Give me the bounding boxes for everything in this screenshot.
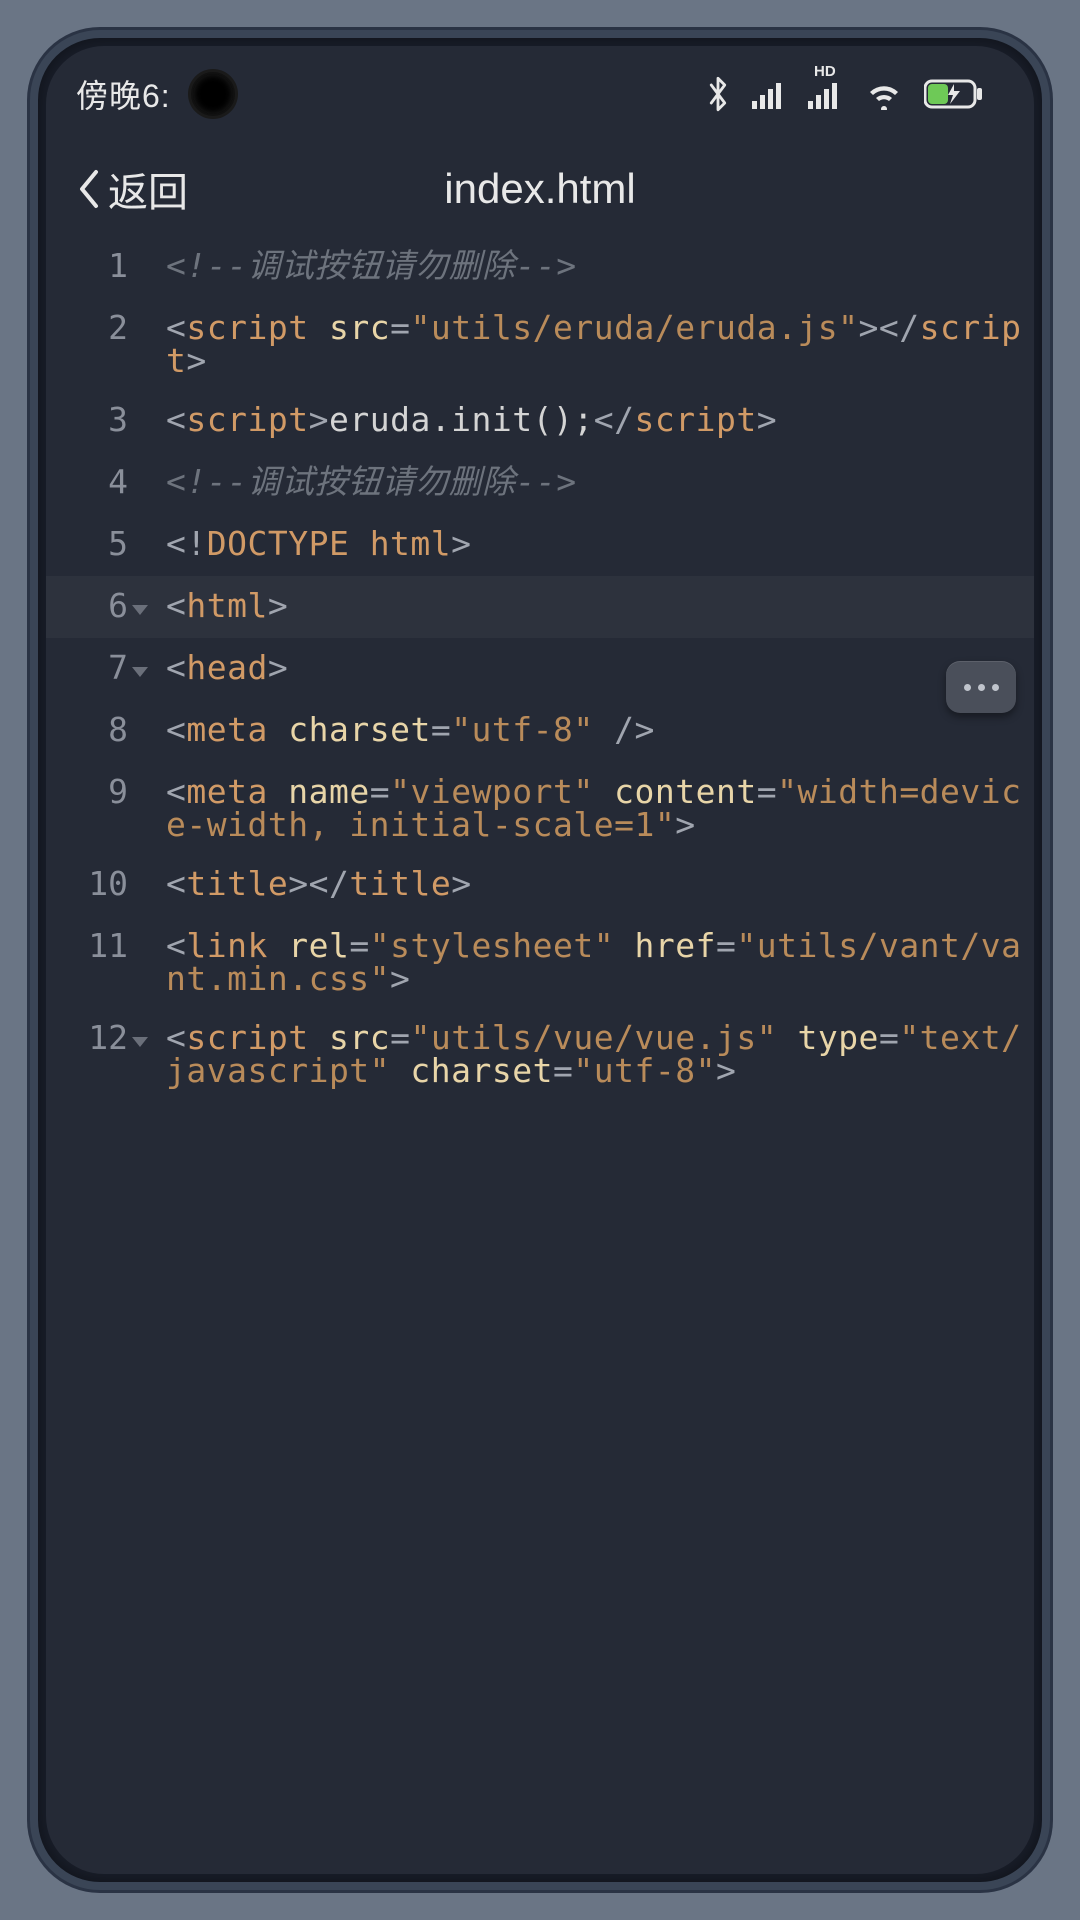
code-line[interactable]: 5<!DOCTYPE html> xyxy=(46,514,1034,576)
bluetooth-icon xyxy=(704,76,732,112)
dot-icon xyxy=(978,684,985,691)
code-line[interactable]: 8<meta charset="utf-8" /> xyxy=(46,700,1034,762)
code-line[interactable]: 11<link rel="stylesheet" href="utils/van… xyxy=(46,916,1034,1008)
code-editor[interactable]: 1<!--调试按钮请勿删除-->2<script src="utils/erud… xyxy=(46,236,1034,1100)
line-number: 10 xyxy=(46,867,144,900)
code-line[interactable]: 7<head> xyxy=(46,638,1034,700)
code-content[interactable]: <meta name="viewport" content="width=dev… xyxy=(144,775,1034,841)
code-line[interactable]: 3<script>eruda.init();</script> xyxy=(46,390,1034,452)
status-right: HD xyxy=(704,76,984,112)
camera-hole xyxy=(191,72,235,116)
line-number: 9 xyxy=(46,775,144,808)
dot-icon xyxy=(964,684,971,691)
page-title: index.html xyxy=(444,165,635,213)
battery-charging-icon xyxy=(924,78,984,110)
fold-marker-icon[interactable] xyxy=(132,667,148,677)
code-line[interactable]: 9<meta name="viewport" content="width=de… xyxy=(46,762,1034,854)
code-content[interactable]: <!DOCTYPE html> xyxy=(144,527,1034,560)
status-bar: 傍晚6: HD xyxy=(46,46,1034,141)
line-number: 2 xyxy=(46,311,144,344)
fold-marker-icon[interactable] xyxy=(132,1037,148,1047)
code-content[interactable]: <!--调试按钮请勿删除--> xyxy=(144,465,1034,498)
code-content[interactable]: <meta charset="utf-8" /> xyxy=(144,713,1034,746)
code-content[interactable]: <title></title> xyxy=(144,867,1034,900)
code-content[interactable]: <html> xyxy=(144,589,1034,622)
code-content[interactable]: <!--调试按钮请勿删除--> xyxy=(144,249,1034,282)
line-number: 12 xyxy=(46,1021,144,1054)
back-label: 返回 xyxy=(108,160,188,218)
chevron-left-icon xyxy=(76,168,100,210)
screen: 傍晚6: HD xyxy=(46,46,1034,1874)
code-content[interactable]: <script src="utils/vue/vue.js" type="tex… xyxy=(144,1021,1034,1087)
back-button[interactable]: 返回 xyxy=(76,160,188,218)
fold-marker-icon[interactable] xyxy=(132,605,148,615)
wifi-icon xyxy=(864,78,904,110)
code-line[interactable]: 12<script src="utils/vue/vue.js" type="t… xyxy=(46,1008,1034,1100)
line-number: 6 xyxy=(46,589,144,622)
line-number: 11 xyxy=(46,929,144,962)
code-line[interactable]: 6<html> xyxy=(46,576,1034,638)
header-bar: 返回 index.html xyxy=(46,141,1034,236)
code-line[interactable]: 2<script src="utils/eruda/eruda.js"></sc… xyxy=(46,298,1034,390)
code-content[interactable]: <link rel="stylesheet" href="utils/vant/… xyxy=(144,929,1034,995)
more-actions-button[interactable] xyxy=(946,661,1016,713)
code-line[interactable]: 1<!--调试按钮请勿删除--> xyxy=(46,236,1034,298)
hd-signal-icon: HD xyxy=(808,79,844,109)
code-content[interactable]: <script>eruda.init();</script> xyxy=(144,403,1034,436)
code-content[interactable]: <script src="utils/eruda/eruda.js"></scr… xyxy=(144,311,1034,377)
line-number: 1 xyxy=(46,249,144,282)
phone-frame: 傍晚6: HD xyxy=(30,30,1050,1890)
code-line[interactable]: 10<title></title> xyxy=(46,854,1034,916)
line-number: 4 xyxy=(46,465,144,498)
line-number: 8 xyxy=(46,713,144,746)
signal-icon xyxy=(752,79,788,109)
line-number: 5 xyxy=(46,527,144,560)
code-line[interactable]: 4<!--调试按钮请勿删除--> xyxy=(46,452,1034,514)
dot-icon xyxy=(992,684,999,691)
line-number: 3 xyxy=(46,403,144,436)
line-number: 7 xyxy=(46,651,144,684)
status-time: 傍晚6: xyxy=(76,71,171,117)
code-content[interactable]: <head> xyxy=(144,651,1034,684)
